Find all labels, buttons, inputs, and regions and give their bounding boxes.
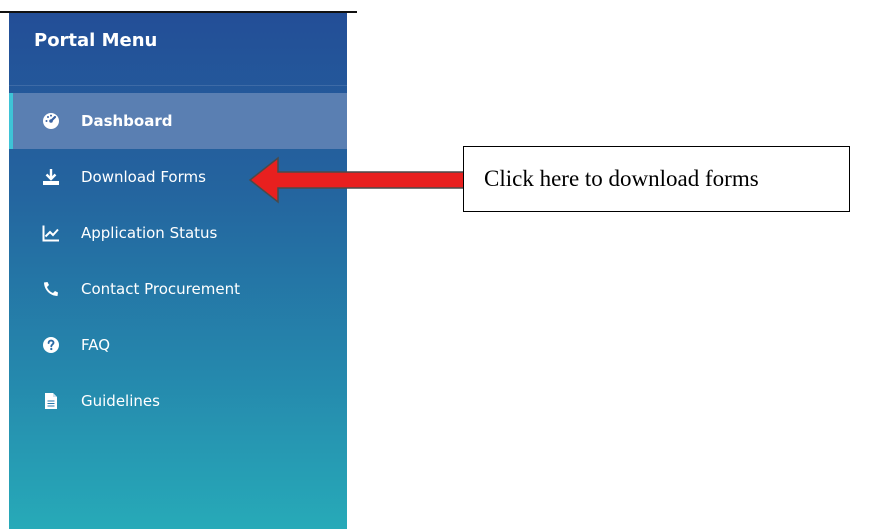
sidebar-item-label: FAQ [81,336,111,354]
sidebar-item-label: Application Status [81,224,218,242]
callout-arrow-icon [248,156,467,204]
sidebar-item-contact-procurement[interactable]: Contact Procurement [9,261,347,317]
sidebar-item-faq[interactable]: FAQ [9,317,347,373]
line-chart-icon [42,224,60,242]
phone-icon [42,280,60,298]
document-icon [42,392,60,410]
sidebar-item-label: Dashboard [81,112,173,130]
sidebar-menu: Dashboard Download Forms Application Sta… [9,93,347,429]
sidebar-item-label: Guidelines [81,392,160,410]
sidebar-item-label: Download Forms [81,168,206,186]
sidebar-item-guidelines[interactable]: Guidelines [9,373,347,429]
question-circle-icon [42,336,60,354]
sidebar-item-dashboard[interactable]: Dashboard [9,93,347,149]
sidebar-item-label: Contact Procurement [81,280,240,298]
callout-box: Click here to download forms [463,146,850,212]
callout-text: Click here to download forms [484,166,759,191]
dashboard-icon [42,112,60,130]
sidebar: Portal Menu Dashboard Download Forms App… [9,13,347,529]
sidebar-item-application-status[interactable]: Application Status [9,205,347,261]
sidebar-title: Portal Menu [9,13,347,86]
download-icon [42,168,60,186]
